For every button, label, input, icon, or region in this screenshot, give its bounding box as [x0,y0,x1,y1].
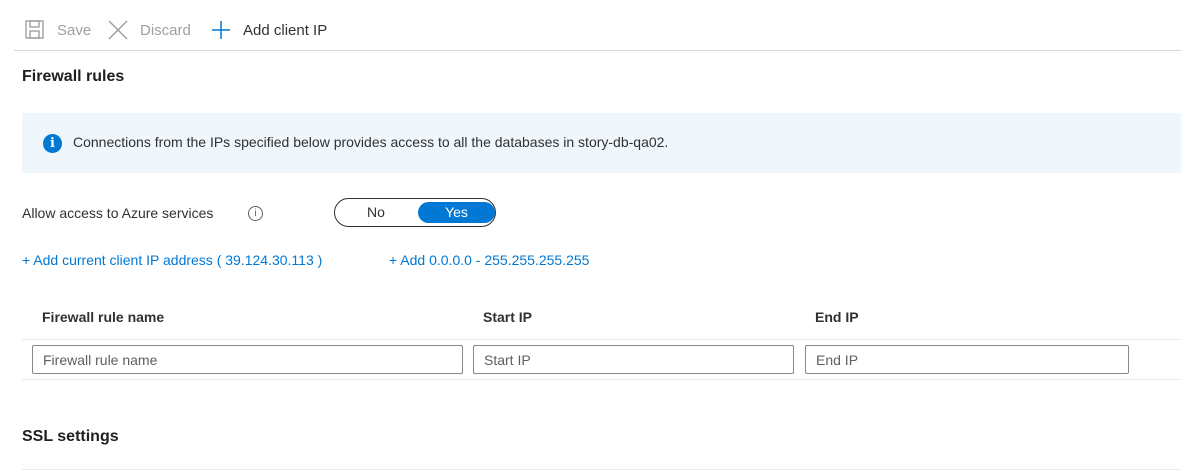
info-banner: i Connections from the IPs specified bel… [22,113,1181,173]
save-label: Save [57,21,92,39]
end-ip-input[interactable] [805,345,1129,374]
firewall-rules-title: Firewall rules [22,68,125,85]
add-current-client-ip-link[interactable]: + Add current client IP address ( 39.124… [22,252,322,268]
add-all-ip-range-link[interactable]: + Add 0.0.0.0 - 255.255.255.255 [389,252,589,268]
firewall-rule-name-input[interactable] [32,345,463,374]
table-row-divider [22,379,1181,380]
column-header-rule-name: Firewall rule name [42,309,165,325]
table-row-divider [22,339,1181,340]
discard-button[interactable]: Discard [107,14,191,46]
toggle-option-yes[interactable]: Yes [418,202,495,223]
allow-azure-services-label: Allow access to Azure services [22,205,214,221]
toggle-option-no[interactable]: No [335,199,417,226]
toolbar-divider [14,50,1181,51]
add-client-ip-button[interactable]: Add client IP [210,14,327,46]
info-icon: i [43,134,62,153]
save-icon [24,19,46,41]
discard-label: Discard [140,21,191,39]
help-icon[interactable]: i [248,206,263,221]
allow-azure-services-toggle[interactable]: No Yes [334,198,496,227]
plus-icon [210,19,232,41]
start-ip-input[interactable] [473,345,794,374]
close-icon [107,19,129,41]
column-header-end-ip: End IP [815,309,859,325]
command-bar: Save Discard Add client IP [0,0,1181,51]
column-header-start-ip: Start IP [483,309,533,325]
info-banner-text: Connections from the IPs specified below… [73,134,669,150]
add-client-ip-label: Add client IP [243,21,328,39]
section-divider [22,469,1181,470]
ssl-settings-title: SSL settings [22,428,119,445]
save-button[interactable]: Save [24,14,91,46]
